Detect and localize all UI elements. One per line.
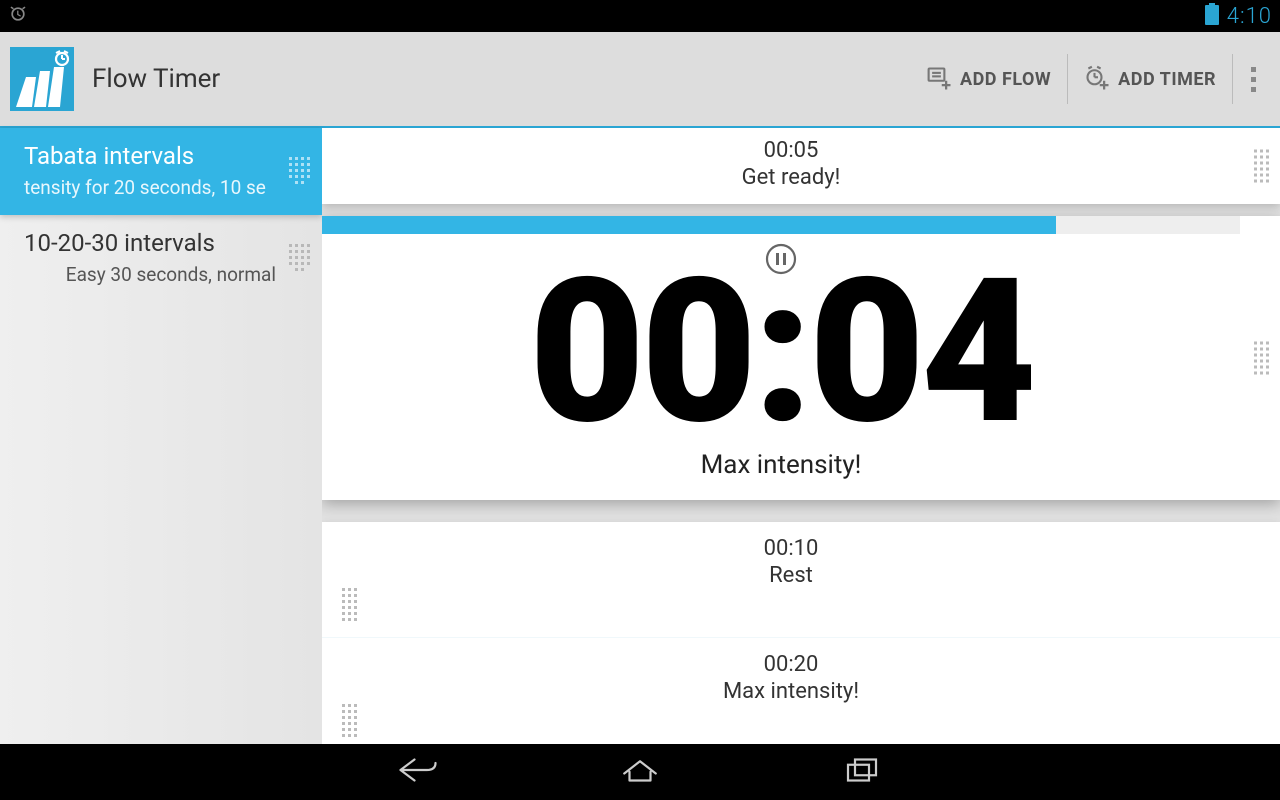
timer-card-prev[interactable]: 00:05 Get ready! xyxy=(322,128,1280,204)
flow-list: Tabata intervals tensity for 20 seconds,… xyxy=(0,128,322,744)
alarm-icon xyxy=(8,4,28,29)
add-timer-button[interactable]: ADD TIMER xyxy=(1068,32,1232,126)
timer-label: Get ready! xyxy=(342,165,1240,190)
drag-handle-icon[interactable] xyxy=(288,244,310,271)
overflow-menu-button[interactable] xyxy=(1233,32,1270,126)
flow-title: Tabata intervals xyxy=(24,142,280,170)
drag-handle-icon[interactable] xyxy=(342,588,358,621)
status-clock: 4:10 xyxy=(1227,4,1272,29)
timer-label: Max intensity! xyxy=(342,679,1240,704)
add-flow-button[interactable]: ADD FLOW xyxy=(910,32,1067,126)
timer-card-active[interactable]: 00:04 Max intensity! xyxy=(322,216,1280,500)
active-timer-label: Max intensity! xyxy=(322,450,1240,480)
timer-card-next[interactable]: 00:20 Max intensity! xyxy=(322,638,1280,744)
flow-subtitle: tensity for 20 seconds, 10 se xyxy=(24,176,280,199)
add-timer-icon xyxy=(1084,65,1112,93)
add-timer-label: ADD TIMER xyxy=(1118,69,1216,90)
timer-label: Rest xyxy=(342,563,1240,588)
drag-handle-icon[interactable] xyxy=(1254,150,1270,183)
timer-time: 00:20 xyxy=(342,652,1240,677)
recent-apps-button[interactable] xyxy=(841,754,883,790)
flow-item-tabata[interactable]: Tabata intervals tensity for 20 seconds,… xyxy=(0,128,322,215)
active-timer-time: 00:04 xyxy=(322,270,1240,434)
back-button[interactable] xyxy=(397,754,439,790)
action-bar: Flow Timer ADD FLOW ADD TIMER xyxy=(0,32,1280,128)
app-icon xyxy=(10,47,74,111)
add-flow-label: ADD FLOW xyxy=(960,69,1051,90)
timer-time: 00:05 xyxy=(342,138,1240,163)
add-flow-icon xyxy=(926,65,954,93)
timer-queue: 00:05 Get ready! 00:04 Max intensity! 00… xyxy=(322,128,1280,744)
drag-handle-icon[interactable] xyxy=(342,704,358,737)
android-nav-bar xyxy=(0,744,1280,800)
flow-title: 10-20-30 intervals xyxy=(24,229,280,257)
timer-card-next[interactable]: 00:10 Rest xyxy=(322,522,1280,638)
app-title: Flow Timer xyxy=(92,64,220,94)
timer-time: 00:10 xyxy=(342,536,1240,561)
battery-icon xyxy=(1205,3,1219,30)
progress-bar xyxy=(322,216,1240,234)
home-button[interactable] xyxy=(619,754,661,790)
drag-handle-icon[interactable] xyxy=(1254,342,1270,375)
flow-item-102030[interactable]: 10-20-30 intervals Easy 30 seconds, norm… xyxy=(0,215,322,302)
android-status-bar: 4:10 xyxy=(0,0,1280,32)
drag-handle-icon[interactable] xyxy=(288,157,310,184)
upcoming-list: 00:10 Rest 00:20 Max intensity! 00:10 xyxy=(322,522,1280,744)
flow-subtitle: Easy 30 seconds, normal xyxy=(24,263,280,286)
